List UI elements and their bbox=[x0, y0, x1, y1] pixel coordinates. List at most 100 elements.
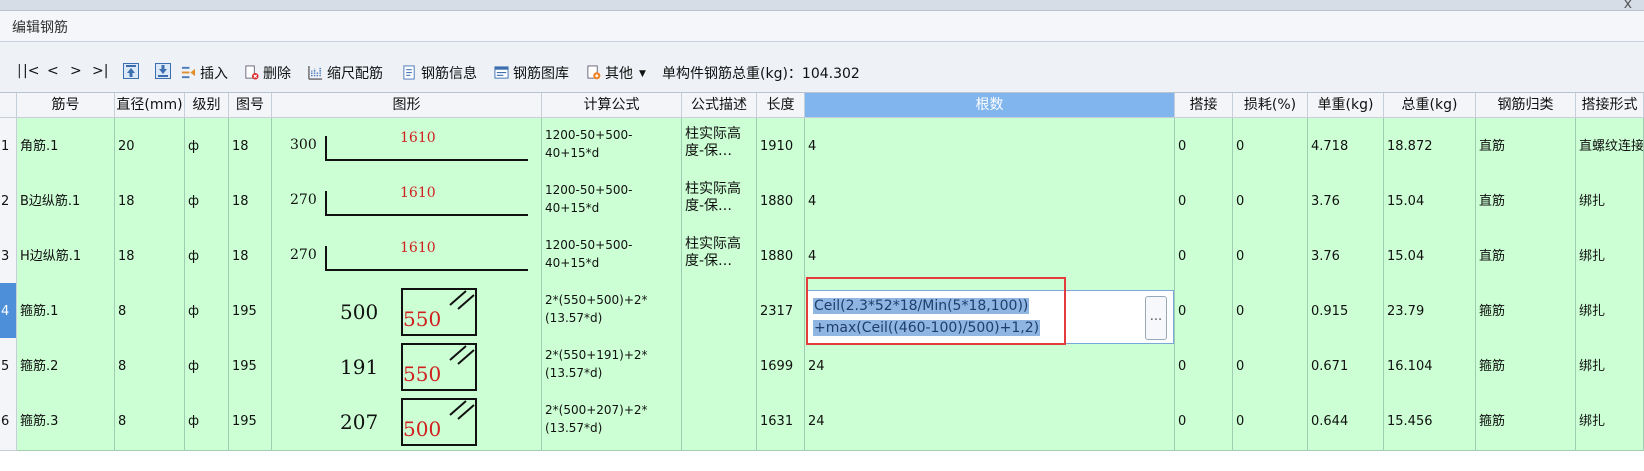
column-header-9[interactable]: 根数 bbox=[805, 93, 1175, 118]
column-header-5[interactable]: 图形 bbox=[272, 93, 542, 118]
column-header-3[interactable]: 级别 bbox=[185, 93, 229, 118]
grade-cell[interactable]: ф bbox=[185, 173, 229, 231]
formula-cell[interactable]: 2*(500+207)+2*(13.57*d) bbox=[542, 393, 682, 451]
unit-weight-cell[interactable]: 4.718 bbox=[1308, 118, 1384, 176]
table-row[interactable]: 2 B边纵筋.1 18 ф 18 270 1610 1200-50+500-40+15*d 柱实… bbox=[0, 173, 1644, 231]
shape-cell[interactable]: 270 1610 bbox=[272, 173, 542, 231]
lap-cell[interactable]: 0 bbox=[1175, 173, 1233, 231]
shape-cell[interactable]: 500 550 bbox=[272, 283, 542, 341]
formula-cell[interactable]: 1200-50+500-40+15*d bbox=[542, 228, 682, 286]
unit-weight-cell[interactable]: 3.76 bbox=[1308, 228, 1384, 286]
diameter-cell[interactable]: 8 bbox=[115, 283, 185, 341]
column-header-8[interactable]: 长度 bbox=[757, 93, 805, 118]
grade-cell[interactable]: ф bbox=[185, 283, 229, 341]
count-formula-input[interactable]: Ceil(2.3*52*18/Min(5*18,100)) +max(Ceil(… bbox=[813, 295, 1041, 339]
formula-browse-button[interactable]: ... bbox=[1145, 296, 1167, 340]
category-cell[interactable]: 直筋 bbox=[1476, 228, 1576, 286]
category-cell[interactable]: 直筋 bbox=[1476, 173, 1576, 231]
lap-type-cell[interactable]: 直螺纹连接 bbox=[1576, 118, 1644, 176]
scale-rebar-button[interactable]: 缩尺配筋 bbox=[308, 63, 383, 83]
length-cell[interactable]: 1880 bbox=[757, 173, 805, 231]
total-weight-cell[interactable]: 16.104 bbox=[1384, 338, 1476, 396]
total-weight-cell[interactable]: 15.04 bbox=[1384, 228, 1476, 286]
diameter-cell[interactable]: 18 bbox=[115, 228, 185, 286]
formula-cell[interactable]: 2*(550+191)+2*(13.57*d) bbox=[542, 338, 682, 396]
formula-cell[interactable]: 1200-50+500-40+15*d bbox=[542, 118, 682, 176]
total-weight-cell[interactable]: 15.04 bbox=[1384, 173, 1476, 231]
column-header-11[interactable]: 损耗(%) bbox=[1233, 93, 1308, 118]
column-header-12[interactable]: 单重(kg) bbox=[1308, 93, 1384, 118]
count-cell[interactable]: 24 bbox=[805, 338, 1175, 396]
total-weight-cell[interactable]: 23.79 bbox=[1384, 283, 1476, 341]
diameter-cell[interactable]: 8 bbox=[115, 393, 185, 451]
figure-number-cell[interactable]: 18 bbox=[229, 228, 272, 286]
unit-weight-cell[interactable]: 0.915 bbox=[1308, 283, 1384, 341]
unit-weight-cell[interactable]: 3.76 bbox=[1308, 173, 1384, 231]
grade-cell[interactable]: ф bbox=[185, 338, 229, 396]
count-cell[interactable]: 4 bbox=[805, 173, 1175, 231]
move-down-icon[interactable] bbox=[155, 63, 171, 83]
column-header-6[interactable]: 计算公式 bbox=[542, 93, 682, 118]
column-header-14[interactable]: 钢筋归类 bbox=[1476, 93, 1576, 118]
loss-cell[interactable]: 0 bbox=[1233, 173, 1308, 231]
count-formula-editor[interactable]: Ceil(2.3*52*18/Min(5*18,100)) +max(Ceil(… bbox=[806, 290, 1174, 344]
total-weight-cell[interactable]: 18.872 bbox=[1384, 118, 1476, 176]
lap-cell[interactable]: 0 bbox=[1175, 118, 1233, 176]
row-number[interactable]: 3 bbox=[0, 228, 17, 286]
row-number[interactable]: 4 bbox=[0, 283, 17, 341]
row-number[interactable]: 6 bbox=[0, 393, 17, 451]
column-header-7[interactable]: 公式描述 bbox=[682, 93, 757, 118]
lap-type-cell[interactable]: 绑扎 bbox=[1576, 393, 1644, 451]
diameter-cell[interactable]: 8 bbox=[115, 338, 185, 396]
lap-type-cell[interactable]: 绑扎 bbox=[1576, 228, 1644, 286]
row-number[interactable]: 5 bbox=[0, 338, 17, 396]
loss-cell[interactable]: 0 bbox=[1233, 228, 1308, 286]
shape-cell[interactable]: 191 550 bbox=[272, 338, 542, 396]
shape-cell[interactable]: 270 1610 bbox=[272, 228, 542, 286]
rebar-name-cell[interactable]: H边纵筋.1 bbox=[17, 228, 115, 286]
total-weight-cell[interactable]: 15.456 bbox=[1384, 393, 1476, 451]
column-header-2[interactable]: 直径(mm) bbox=[115, 93, 185, 118]
lap-type-cell[interactable]: 绑扎 bbox=[1576, 283, 1644, 341]
lap-cell[interactable]: 0 bbox=[1175, 283, 1233, 341]
rebar-name-cell[interactable]: 角筋.1 bbox=[17, 118, 115, 176]
grade-cell[interactable]: ф bbox=[185, 228, 229, 286]
category-cell[interactable]: 箍筋 bbox=[1476, 338, 1576, 396]
length-cell[interactable]: 1880 bbox=[757, 228, 805, 286]
other-menu-button[interactable]: 其他 ▼ bbox=[586, 63, 646, 83]
column-header-1[interactable]: 筋号 bbox=[17, 93, 115, 118]
shape-cell[interactable]: 300 1610 bbox=[272, 118, 542, 176]
row-number[interactable]: 2 bbox=[0, 173, 17, 231]
rebar-library-button[interactable]: 钢筋图库 bbox=[494, 63, 569, 83]
length-cell[interactable]: 1910 bbox=[757, 118, 805, 176]
formula-cell[interactable]: 1200-50+500-40+15*d bbox=[542, 173, 682, 231]
figure-number-cell[interactable]: 195 bbox=[229, 338, 272, 396]
lap-cell[interactable]: 0 bbox=[1175, 338, 1233, 396]
formula-cell[interactable]: 2*(550+500)+2*(13.57*d) bbox=[542, 283, 682, 341]
count-cell[interactable]: 24 bbox=[805, 393, 1175, 451]
count-cell[interactable]: 4 bbox=[805, 118, 1175, 176]
unit-weight-cell[interactable]: 0.671 bbox=[1308, 338, 1384, 396]
lap-cell[interactable]: 0 bbox=[1175, 393, 1233, 451]
shape-cell[interactable]: 207 500 bbox=[272, 393, 542, 451]
figure-number-cell[interactable]: 195 bbox=[229, 393, 272, 451]
formula-description-cell[interactable] bbox=[682, 283, 757, 341]
length-cell[interactable]: 1631 bbox=[757, 393, 805, 451]
loss-cell[interactable]: 0 bbox=[1233, 283, 1308, 341]
lap-type-cell[interactable]: 绑扎 bbox=[1576, 173, 1644, 231]
table-row[interactable]: 1 角筋.1 20 ф 18 300 1610 1200-50+500-40+15*d 柱实际高… bbox=[0, 118, 1644, 176]
unit-weight-cell[interactable]: 0.644 bbox=[1308, 393, 1384, 451]
rebar-name-cell[interactable]: 箍筋.1 bbox=[17, 283, 115, 341]
delete-button[interactable]: 删除 bbox=[244, 63, 291, 83]
loss-cell[interactable]: 0 bbox=[1233, 338, 1308, 396]
last-record-icon[interactable]: >| bbox=[92, 63, 108, 79]
category-cell[interactable]: 箍筋 bbox=[1476, 283, 1576, 341]
table-row[interactable]: 5 箍筋.2 8 ф 195 191 550 2*(550+191)+2*(13.57*d) 1… bbox=[0, 338, 1644, 396]
figure-number-cell[interactable]: 195 bbox=[229, 283, 272, 341]
lap-cell[interactable]: 0 bbox=[1175, 228, 1233, 286]
table-row[interactable]: 6 箍筋.3 8 ф 195 207 500 2*(500+207)+2*(13.57*d) 1… bbox=[0, 393, 1644, 451]
category-cell[interactable]: 箍筋 bbox=[1476, 393, 1576, 451]
table-row[interactable]: 3 H边纵筋.1 18 ф 18 270 1610 1200-50+500-40+15*d 柱实… bbox=[0, 228, 1644, 286]
next-record-icon[interactable]: > bbox=[70, 63, 82, 79]
formula-description-cell[interactable] bbox=[682, 393, 757, 451]
